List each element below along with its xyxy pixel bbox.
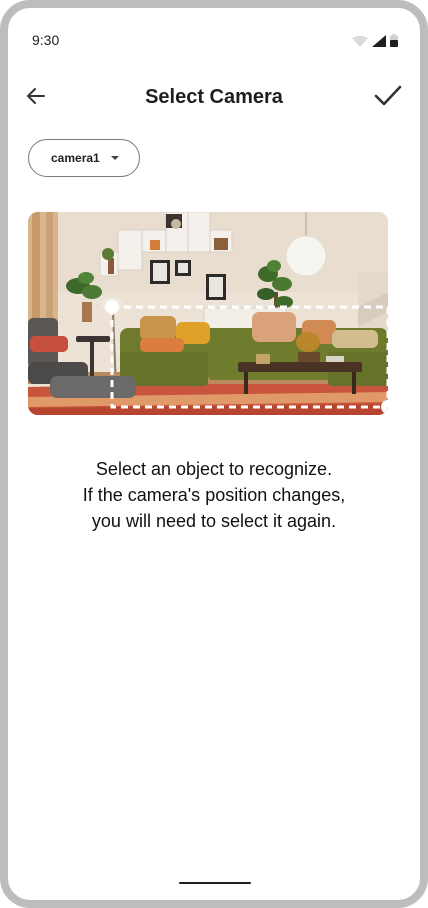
app-bar: Select Camera xyxy=(8,72,420,128)
instructions-line: Select an object to recognize. xyxy=(95,459,333,479)
wifi-icon xyxy=(352,35,368,47)
status-bar: 9:30 xyxy=(8,8,420,72)
camera-dropdown[interactable]: camera1 xyxy=(28,139,140,177)
caret-down-icon xyxy=(111,156,119,160)
home-indicator[interactable] xyxy=(179,882,251,884)
camera-preview[interactable] xyxy=(28,212,388,415)
instructions-text: Select an object to recognize. If the ca… xyxy=(8,456,420,534)
signal-icon xyxy=(372,35,386,47)
device-frame: 9:30 Select Camera camera1 Select an obj… xyxy=(0,0,428,908)
status-icons xyxy=(352,34,398,47)
instructions-line: you will need to select it again. xyxy=(91,511,337,531)
instructions-line: If the camera's position changes, xyxy=(82,485,346,505)
living-room-image xyxy=(28,212,388,415)
confirm-button[interactable] xyxy=(372,80,404,112)
check-icon xyxy=(374,85,402,106)
camera-dropdown-value: camera1 xyxy=(51,151,100,165)
battery-icon xyxy=(390,34,398,47)
page-title: Select Camera xyxy=(145,86,283,108)
status-time: 9:30 xyxy=(32,32,60,48)
